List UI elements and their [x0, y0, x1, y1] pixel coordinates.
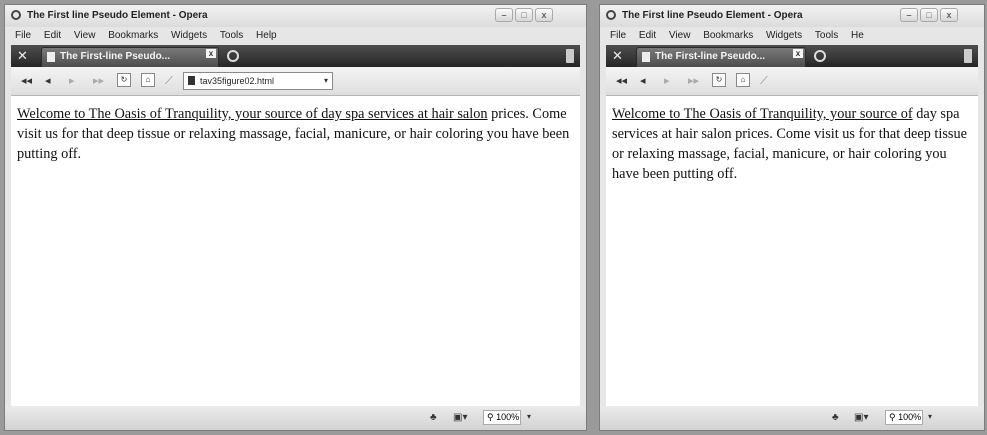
zoom-value: 100%: [496, 412, 520, 422]
close-button[interactable]: x: [535, 8, 553, 22]
menu-file[interactable]: File: [15, 27, 31, 45]
zoom-field[interactable]: ⚲ 100%: [885, 410, 923, 425]
menu-file[interactable]: File: [610, 27, 626, 45]
menu-tools[interactable]: Tools: [220, 27, 243, 45]
browser-window-left: The First line Pseudo Element - Opera – □…: [4, 4, 587, 431]
image-options-icon[interactable]: ▣▾: [453, 411, 467, 425]
tab-first-line-pseudo[interactable]: The First-line Pseudo... x: [41, 47, 219, 67]
menu-help[interactable]: Help: [256, 27, 277, 45]
document-icon: [47, 52, 55, 62]
minimize-button[interactable]: –: [900, 8, 918, 22]
image-options-icon[interactable]: ▣▾: [854, 411, 868, 425]
rewind-icon[interactable]: ◂◂: [616, 73, 627, 89]
zoom-value: 100%: [898, 412, 922, 422]
title-bar: The First line Pseudo Element - Opera – □…: [5, 5, 586, 27]
menu-view[interactable]: View: [74, 27, 96, 45]
minimize-button[interactable]: –: [495, 8, 513, 22]
first-line-text: Welcome to The Oasis of Tranquility, you…: [17, 106, 488, 122]
menu-view[interactable]: View: [669, 27, 691, 45]
fast-forward-icon[interactable]: ▸▸: [93, 73, 104, 89]
maximize-button[interactable]: □: [920, 8, 938, 22]
menu-bar: File Edit View Bookmarks Widgets Tools H…: [600, 27, 984, 45]
navigation-bar: ◂◂ ◂ ▸ ▸▸ ↻ ⌂ ⟋ tav35figure02.html ▾: [11, 67, 580, 95]
wand-icon[interactable]: ⟋: [165, 73, 173, 89]
menu-tools[interactable]: Tools: [815, 27, 838, 45]
tab-bar: ✕ The First-line Pseudo... x: [606, 45, 978, 67]
menu-bookmarks[interactable]: Bookmarks: [703, 27, 753, 45]
wand-icon[interactable]: ⟋: [760, 73, 768, 89]
menu-widgets[interactable]: Widgets: [171, 27, 207, 45]
menu-bookmarks[interactable]: Bookmarks: [108, 27, 158, 45]
menu-help[interactable]: He: [851, 27, 864, 45]
forward-icon[interactable]: ▸: [664, 73, 670, 89]
window-title: The First line Pseudo Element - Opera: [27, 10, 208, 21]
fast-forward-icon[interactable]: ▸▸: [688, 73, 699, 89]
menu-edit[interactable]: Edit: [639, 27, 656, 45]
address-text: tav35figure02.html: [200, 76, 275, 86]
home-icon[interactable]: ⌂: [141, 73, 155, 87]
status-bar: ♣ ▣▾ ⚲ 100% ▾: [600, 406, 984, 430]
window-title: The First line Pseudo Element - Opera: [622, 10, 803, 21]
tab-first-line-pseudo[interactable]: The First-line Pseudo... x: [636, 47, 806, 67]
rewind-icon[interactable]: ◂◂: [21, 73, 32, 89]
window-controls: – □ x: [493, 8, 553, 22]
page-icon: [188, 76, 195, 85]
first-line-text: Welcome to The Oasis of Tranquility, you…: [612, 106, 913, 122]
trash-icon[interactable]: [566, 49, 574, 63]
trash-icon[interactable]: [964, 49, 972, 63]
reload-icon[interactable]: ↻: [117, 73, 131, 87]
maximize-button[interactable]: □: [515, 8, 533, 22]
tab-label: The First-line Pseudo...: [655, 51, 766, 62]
tools-icon[interactable]: ✕: [17, 48, 28, 64]
tools-icon[interactable]: ✕: [612, 48, 623, 64]
zoom-dropdown-icon[interactable]: ▾: [527, 412, 531, 421]
status-bar: ♣ ▣▾ ⚲ 100% ▾: [5, 406, 586, 430]
page-content: Welcome to The Oasis of Tranquility, you…: [606, 95, 978, 406]
status-dragon-icon[interactable]: ♣: [430, 411, 437, 425]
menu-widgets[interactable]: Widgets: [766, 27, 802, 45]
back-icon[interactable]: ◂: [45, 73, 51, 89]
opera-logo-icon: [606, 10, 616, 20]
close-tab-icon[interactable]: x: [793, 49, 803, 58]
zoom-search-icon: ⚲: [889, 412, 896, 422]
title-bar: The First line Pseudo Element - Opera – □…: [600, 5, 984, 27]
zoom-field[interactable]: ⚲ 100%: [483, 410, 521, 425]
back-icon[interactable]: ◂: [640, 73, 646, 89]
document-icon: [642, 52, 650, 62]
new-tab-icon[interactable]: [227, 50, 239, 62]
status-dragon-icon[interactable]: ♣: [832, 411, 839, 425]
zoom-dropdown-icon[interactable]: ▾: [928, 412, 932, 421]
menu-edit[interactable]: Edit: [44, 27, 61, 45]
address-field[interactable]: tav35figure02.html ▾: [183, 72, 333, 90]
home-icon[interactable]: ⌂: [736, 73, 750, 87]
tab-label: The First-line Pseudo...: [60, 51, 171, 62]
window-controls: – □ x: [898, 8, 958, 22]
new-tab-icon[interactable]: [814, 50, 826, 62]
zoom-search-icon: ⚲: [487, 412, 494, 422]
browser-window-right: The First line Pseudo Element - Opera – □…: [599, 4, 985, 431]
close-tab-icon[interactable]: x: [206, 49, 216, 58]
navigation-bar: ◂◂ ◂ ▸ ▸▸ ↻ ⌂ ⟋: [606, 67, 978, 95]
opera-logo-icon: [11, 10, 21, 20]
reload-icon[interactable]: ↻: [712, 73, 726, 87]
page-content: Welcome to The Oasis of Tranquility, you…: [11, 95, 580, 406]
close-button[interactable]: x: [940, 8, 958, 22]
forward-icon[interactable]: ▸: [69, 73, 75, 89]
address-dropdown-icon[interactable]: ▾: [324, 73, 328, 89]
tab-bar: ✕ The First-line Pseudo... x: [11, 45, 580, 67]
menu-bar: File Edit View Bookmarks Widgets Tools H…: [5, 27, 586, 45]
